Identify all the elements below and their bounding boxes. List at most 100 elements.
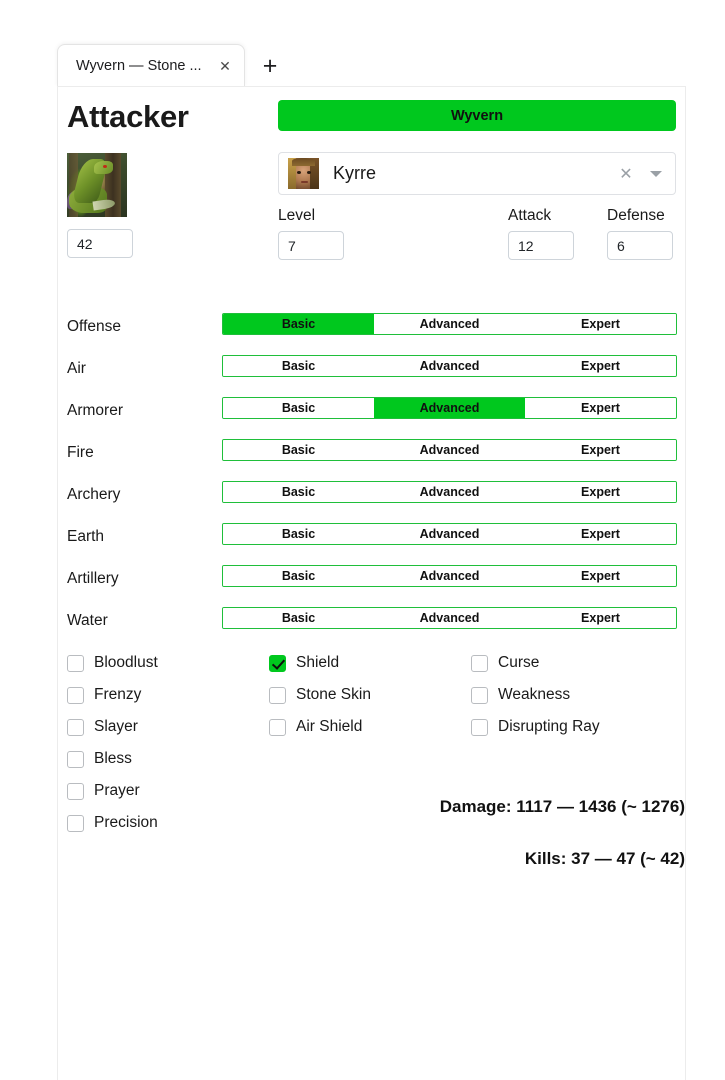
skill-level-option[interactable]: Advanced — [374, 356, 525, 376]
skill-level-option[interactable]: Basic — [223, 314, 374, 334]
skill-level-option[interactable]: Advanced — [374, 482, 525, 502]
checkbox-icon[interactable] — [471, 718, 488, 736]
skill-level-option[interactable]: Expert — [525, 314, 676, 334]
skill-name: Armorer — [67, 402, 123, 419]
skill-level-option[interactable]: Expert — [525, 356, 676, 376]
skill-row: Earth Basic Advanced Expert — [58, 519, 685, 561]
defense-input[interactable] — [607, 231, 673, 260]
spell-label: Bloodlust — [94, 654, 158, 671]
skill-level-selector: Basic Advanced Expert — [222, 355, 677, 377]
spell-label: Precision — [94, 814, 158, 831]
defense-label: Defense — [607, 207, 665, 224]
skill-level-option[interactable]: Basic — [223, 482, 374, 502]
spell-checkbox-item[interactable]: Curse — [471, 647, 600, 679]
checkbox-icon[interactable] — [269, 718, 286, 736]
checkbox-icon[interactable] — [67, 814, 84, 832]
new-tab-button[interactable]: + — [256, 52, 284, 80]
skill-level-option[interactable]: Expert — [525, 440, 676, 460]
spell-checkbox-item[interactable]: Bless — [67, 743, 158, 775]
tab-title: Wyvern — Stone ... — [76, 57, 202, 74]
tab-strip: Wyvern — Stone ... ✕ + — [0, 44, 725, 86]
hero-name: Kyrre — [333, 163, 377, 183]
skill-level-option[interactable]: Expert — [525, 482, 676, 502]
spell-label: Disrupting Ray — [498, 718, 600, 735]
checkbox-icon[interactable] — [269, 686, 286, 704]
damage-result: Damage: 1117 — 1436 (~ 1276) — [439, 797, 685, 816]
checkbox-icon[interactable] — [67, 750, 84, 768]
skill-level-option[interactable]: Expert — [525, 524, 676, 544]
checkbox-icon[interactable] — [67, 654, 84, 672]
checkbox-icon[interactable] — [471, 686, 488, 704]
skill-row: Artillery Basic Advanced Expert — [58, 561, 685, 603]
skill-level-option[interactable]: Basic — [223, 608, 374, 628]
page-content: Attacker Wyvern Kyrre ✕ Level Att — [58, 87, 685, 1080]
skill-level-option[interactable]: Advanced — [374, 608, 525, 628]
caret-down-icon[interactable] — [643, 163, 669, 185]
skill-level-option[interactable]: Basic — [223, 566, 374, 586]
spell-label: Frenzy — [94, 686, 142, 703]
skill-level-option[interactable]: Basic — [223, 356, 374, 376]
skills-list: Offense Basic Advanced Expert Air Basic Advanc… — [58, 309, 685, 645]
checkbox-checked-icon[interactable] — [269, 654, 286, 672]
skill-level-selector: Basic Advanced Expert — [222, 397, 677, 419]
skill-level-selector: Basic Advanced Expert — [222, 313, 677, 335]
skill-row: Armorer Basic Advanced Expert — [58, 393, 685, 435]
skill-name: Earth — [67, 528, 105, 545]
spell-checkbox-item[interactable]: Shield — [269, 647, 371, 679]
skill-name: Archery — [67, 486, 121, 503]
close-icon[interactable]: ✕ — [615, 163, 637, 185]
creature-select-button[interactable]: Wyvern — [278, 100, 676, 131]
skill-level-selector: Basic Advanced Expert — [222, 523, 677, 545]
spell-checkbox-item[interactable]: Slayer — [67, 711, 158, 743]
hero-select[interactable]: Kyrre ✕ — [278, 152, 676, 195]
skill-level-option[interactable]: Advanced — [374, 566, 525, 586]
spell-checkbox-item[interactable]: Disrupting Ray — [471, 711, 600, 743]
skill-level-option[interactable]: Expert — [525, 398, 676, 418]
spell-label: Shield — [296, 654, 340, 671]
spell-checkbox-item[interactable]: Precision — [67, 807, 158, 839]
level-input[interactable] — [278, 231, 344, 260]
browser-tab[interactable]: Wyvern — Stone ... ✕ — [57, 44, 245, 86]
skill-level-option[interactable]: Advanced — [374, 524, 525, 544]
spell-checkbox-item[interactable]: Weakness — [471, 679, 600, 711]
spell-label: Curse — [498, 654, 540, 671]
checkbox-icon[interactable] — [67, 686, 84, 704]
skill-level-option[interactable]: Advanced — [374, 398, 525, 418]
level-label: Level — [278, 207, 316, 224]
skill-name: Water — [67, 612, 108, 629]
spell-label: Weakness — [498, 686, 571, 703]
browser-window: Wyvern — Stone ... ✕ + Attacker Wyvern K… — [0, 0, 725, 1080]
spell-label: Prayer — [94, 782, 140, 799]
skill-row: Water Basic Advanced Expert — [58, 603, 685, 645]
spell-checkbox-item[interactable]: Stone Skin — [269, 679, 371, 711]
creature-count-input[interactable] — [67, 229, 133, 258]
spell-checkbox-item[interactable]: Prayer — [67, 775, 158, 807]
skill-level-option[interactable]: Basic — [223, 440, 374, 460]
skill-row: Fire Basic Advanced Expert — [58, 435, 685, 477]
checkbox-icon[interactable] — [471, 654, 488, 672]
attack-label: Attack — [508, 207, 552, 224]
skill-level-selector: Basic Advanced Expert — [222, 607, 677, 629]
spell-label: Stone Skin — [296, 686, 371, 703]
checkbox-icon[interactable] — [67, 782, 84, 800]
skill-level-option[interactable]: Expert — [525, 608, 676, 628]
skill-name: Offense — [67, 318, 122, 335]
skill-name: Fire — [67, 444, 94, 461]
skill-level-selector: Basic Advanced Expert — [222, 565, 677, 587]
close-icon[interactable]: ✕ — [214, 55, 236, 77]
spell-checkbox-item[interactable]: Air Shield — [269, 711, 371, 743]
skill-level-option[interactable]: Basic — [223, 398, 374, 418]
spell-checkbox-item[interactable]: Bloodlust — [67, 647, 158, 679]
attack-input[interactable] — [508, 231, 574, 260]
skill-level-option[interactable]: Advanced — [374, 314, 525, 334]
spell-column-2: Shield Stone Skin Air Shield — [269, 647, 371, 743]
wyvern-thumbnail[interactable] — [67, 153, 127, 217]
spell-label: Slayer — [94, 718, 138, 735]
spell-checkbox-item[interactable]: Frenzy — [67, 679, 158, 711]
skill-level-option[interactable]: Basic — [223, 524, 374, 544]
checkbox-icon[interactable] — [67, 718, 84, 736]
skill-level-option[interactable]: Advanced — [374, 440, 525, 460]
skill-name: Air — [67, 360, 86, 377]
skill-row: Air Basic Advanced Expert — [58, 351, 685, 393]
skill-level-option[interactable]: Expert — [525, 566, 676, 586]
